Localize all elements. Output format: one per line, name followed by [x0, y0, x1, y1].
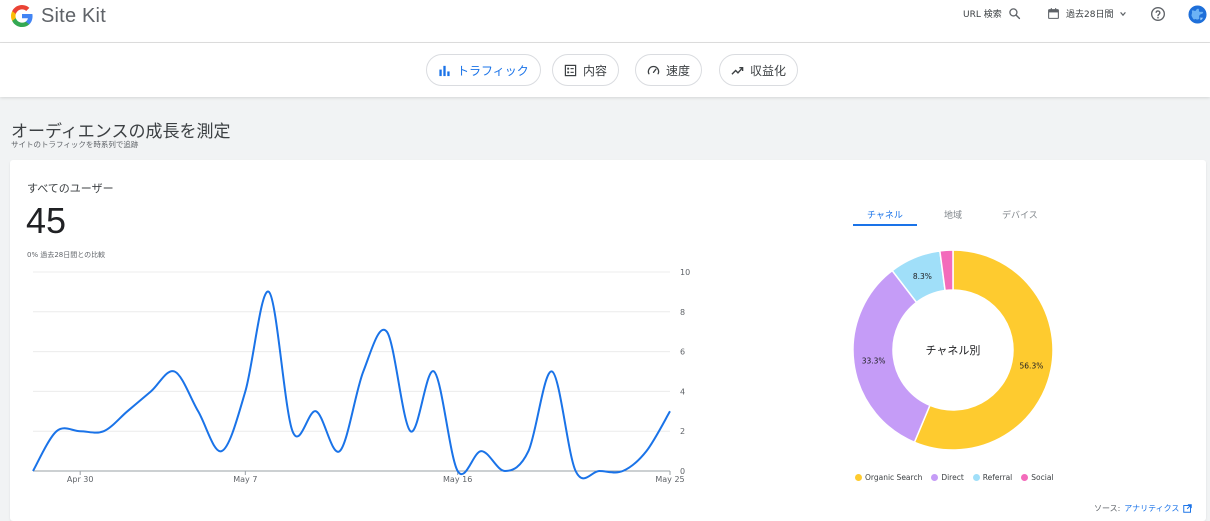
tab-content-label: 内容: [583, 63, 608, 78]
tab-content[interactable]: 内容: [552, 54, 620, 86]
donut-legend: Organic Search Direct Referral Social: [855, 473, 1054, 482]
source-attribution: ソース: アナリティクス: [1094, 503, 1193, 514]
y-tick-label: 6: [680, 348, 685, 357]
donut-slice-label: 33.3%: [862, 356, 886, 365]
tab-region[interactable]: 地域: [944, 208, 962, 221]
y-tick-label: 4: [680, 387, 685, 396]
tab-traffic-label: トラフィック: [457, 63, 529, 78]
dashboard-nav: トラフィック 内容 速度 収益化: [0, 43, 1210, 97]
speedometer-icon: [647, 65, 660, 74]
help-icon[interactable]: [1150, 6, 1166, 22]
legend-label: Social: [1031, 473, 1054, 482]
site-kit-logo[interactable]: Site Kit: [10, 4, 106, 28]
tab-monetization-label: 収益化: [750, 63, 787, 78]
legend-label: Organic Search: [865, 473, 923, 482]
url-search-button[interactable]: URL 検索: [963, 7, 1021, 20]
x-tick-label: May 25: [655, 475, 684, 484]
analytics-link[interactable]: アナリティクス: [1124, 503, 1179, 514]
google-g-icon: [11, 5, 33, 27]
users-line-chart: 0246810Apr 30 May 7 May 16 May 25: [32, 268, 690, 484]
legend-swatch: [855, 474, 862, 481]
legend-item: Organic Search: [855, 473, 922, 482]
donut-slice-label: 56.3%: [1020, 362, 1044, 371]
legend-label: Referral: [982, 473, 1013, 482]
legend-item: Referral: [972, 473, 1013, 482]
tab-speed[interactable]: 速度: [635, 54, 703, 86]
tab-device[interactable]: デバイス: [1002, 208, 1038, 221]
list-icon: [564, 64, 577, 76]
app-header: Site Kit URL 検索 過去28日間: [0, 0, 1210, 43]
y-tick-label: 10: [680, 268, 690, 277]
x-tick-label: May 16: [443, 475, 472, 484]
y-tick-label: 2: [680, 427, 685, 436]
chevron-down-icon: [1120, 11, 1127, 16]
legend-swatch: [1021, 474, 1029, 481]
source-prefix: ソース:: [1094, 504, 1121, 513]
url-search-label: URL 検索: [963, 10, 1002, 20]
x-tick-label: Apr 30: [67, 475, 94, 484]
tab-channel[interactable]: チャネル: [867, 208, 903, 221]
series-line-users: [32, 290, 671, 480]
section-subtitle: サイトのトラフィックを時系列で追跡: [11, 140, 139, 149]
trending-up-icon: [731, 66, 744, 75]
y-tick-label: 8: [680, 308, 685, 317]
active-tab-indicator: [853, 224, 917, 226]
legend-label: Direct: [941, 473, 964, 482]
search-icon: [1008, 8, 1020, 20]
date-range-label: 過去28日間: [1066, 10, 1114, 20]
metric-comparison: 0% 過去28日間との比較: [27, 251, 106, 259]
user-avatar[interactable]: [1188, 5, 1207, 24]
external-link-icon[interactable]: [1183, 504, 1193, 513]
x-tick-label: May 7: [233, 475, 257, 484]
legend-swatch: [972, 474, 980, 481]
donut-center-label: チャネル別: [926, 344, 981, 357]
app-name: Site Kit: [41, 4, 106, 27]
tab-traffic[interactable]: トラフィック: [426, 54, 541, 86]
calendar-icon: [1048, 8, 1059, 19]
date-range-selector[interactable]: 過去28日間: [1047, 7, 1127, 20]
legend-item: Direct: [931, 473, 964, 482]
legend-item: Social: [1021, 473, 1054, 482]
tab-speed-label: 速度: [666, 63, 691, 78]
metric-value: 45: [26, 200, 67, 241]
channel-donut-chart: 56.3% 33.3% 8.3% チャネル別: [852, 249, 1054, 451]
donut-slice-label: 8.3%: [913, 272, 932, 281]
bar-chart-icon: [439, 65, 450, 76]
metric-label: すべてのユーザー: [27, 182, 114, 195]
tab-monetization[interactable]: 収益化: [719, 54, 799, 86]
legend-swatch: [931, 474, 939, 481]
